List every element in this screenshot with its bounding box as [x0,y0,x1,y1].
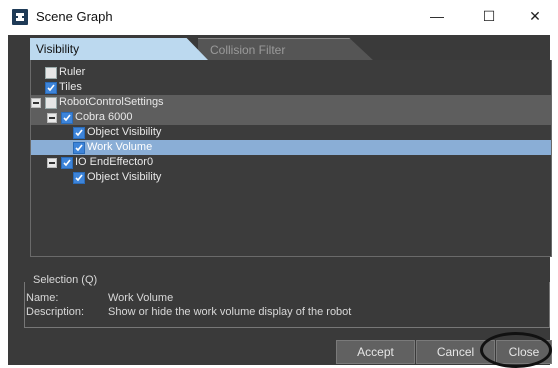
tree-item-object-visibility-2[interactable]: Object Visibility [31,170,551,185]
tree-item-label: IO EndEffector0 [75,156,154,168]
tree-item-label: Object Visibility [87,171,162,183]
tree-item-label: RobotControlSettings [59,96,164,108]
tree-item-ruler[interactable]: Ruler [31,65,551,80]
checkbox[interactable] [73,172,85,184]
tree-item-label: Work Volume [87,141,153,153]
checkbox[interactable] [73,142,85,154]
tree-item-io-endeffector0[interactable]: IO EndEffector0 [31,155,551,170]
tab-visibility[interactable]: Visibility [30,38,208,60]
name-value: Work Volume [108,292,174,304]
checkbox[interactable] [61,157,73,169]
name-label: Name: [26,292,59,304]
tree-item-label: Tiles [59,81,82,93]
checkbox[interactable] [45,82,57,94]
scene-graph-window: Scene Graph — ☐ ✕ Collision Filter Visib… [0,0,558,368]
dialog-body: Collision Filter Visibility Ruler Tiles [8,35,552,368]
checkbox[interactable] [61,112,73,124]
app-icon [12,9,28,25]
tree-item-cobra-6000[interactable]: Cobra 6000 [31,110,551,125]
checkbox[interactable] [45,97,57,109]
minimize-button[interactable]: — [414,0,460,33]
selection-group [24,282,550,328]
checkbox[interactable] [73,127,85,139]
description-label: Description: [26,306,85,318]
tab-collision-filter[interactable]: Collision Filter [198,38,374,61]
title-bar[interactable]: Scene Graph — ☐ ✕ [0,0,558,35]
collapse-icon[interactable] [47,113,57,123]
tree-item-label: Object Visibility [87,126,162,138]
maximize-button[interactable]: ☐ [466,0,512,33]
window-close-button[interactable]: ✕ [512,0,558,33]
window-title: Scene Graph [36,9,113,24]
highlight-ring [480,332,552,368]
collapse-icon[interactable] [47,158,57,168]
tree-item-object-visibility[interactable]: Object Visibility [31,125,551,140]
collapse-icon[interactable] [31,98,41,108]
tree-item-robot-control-settings[interactable]: RobotControlSettings [31,95,551,110]
scene-tree[interactable]: Ruler Tiles RobotControlSettings Cobra 6… [30,60,552,257]
tree-item-tiles[interactable]: Tiles [31,80,551,95]
tab-visibility-label: Visibility [36,42,80,56]
accept-button[interactable]: Accept [336,340,415,364]
tab-collision-filter-label: Collision Filter [210,43,286,57]
tree-item-label: Ruler [59,66,86,78]
tree-item-work-volume[interactable]: Work Volume [31,140,551,155]
description-value: Show or hide the work volume display of … [108,306,352,318]
tree-item-label: Cobra 6000 [75,111,133,123]
checkbox[interactable] [45,67,57,79]
selection-legend: Selection (Q) [30,274,101,286]
